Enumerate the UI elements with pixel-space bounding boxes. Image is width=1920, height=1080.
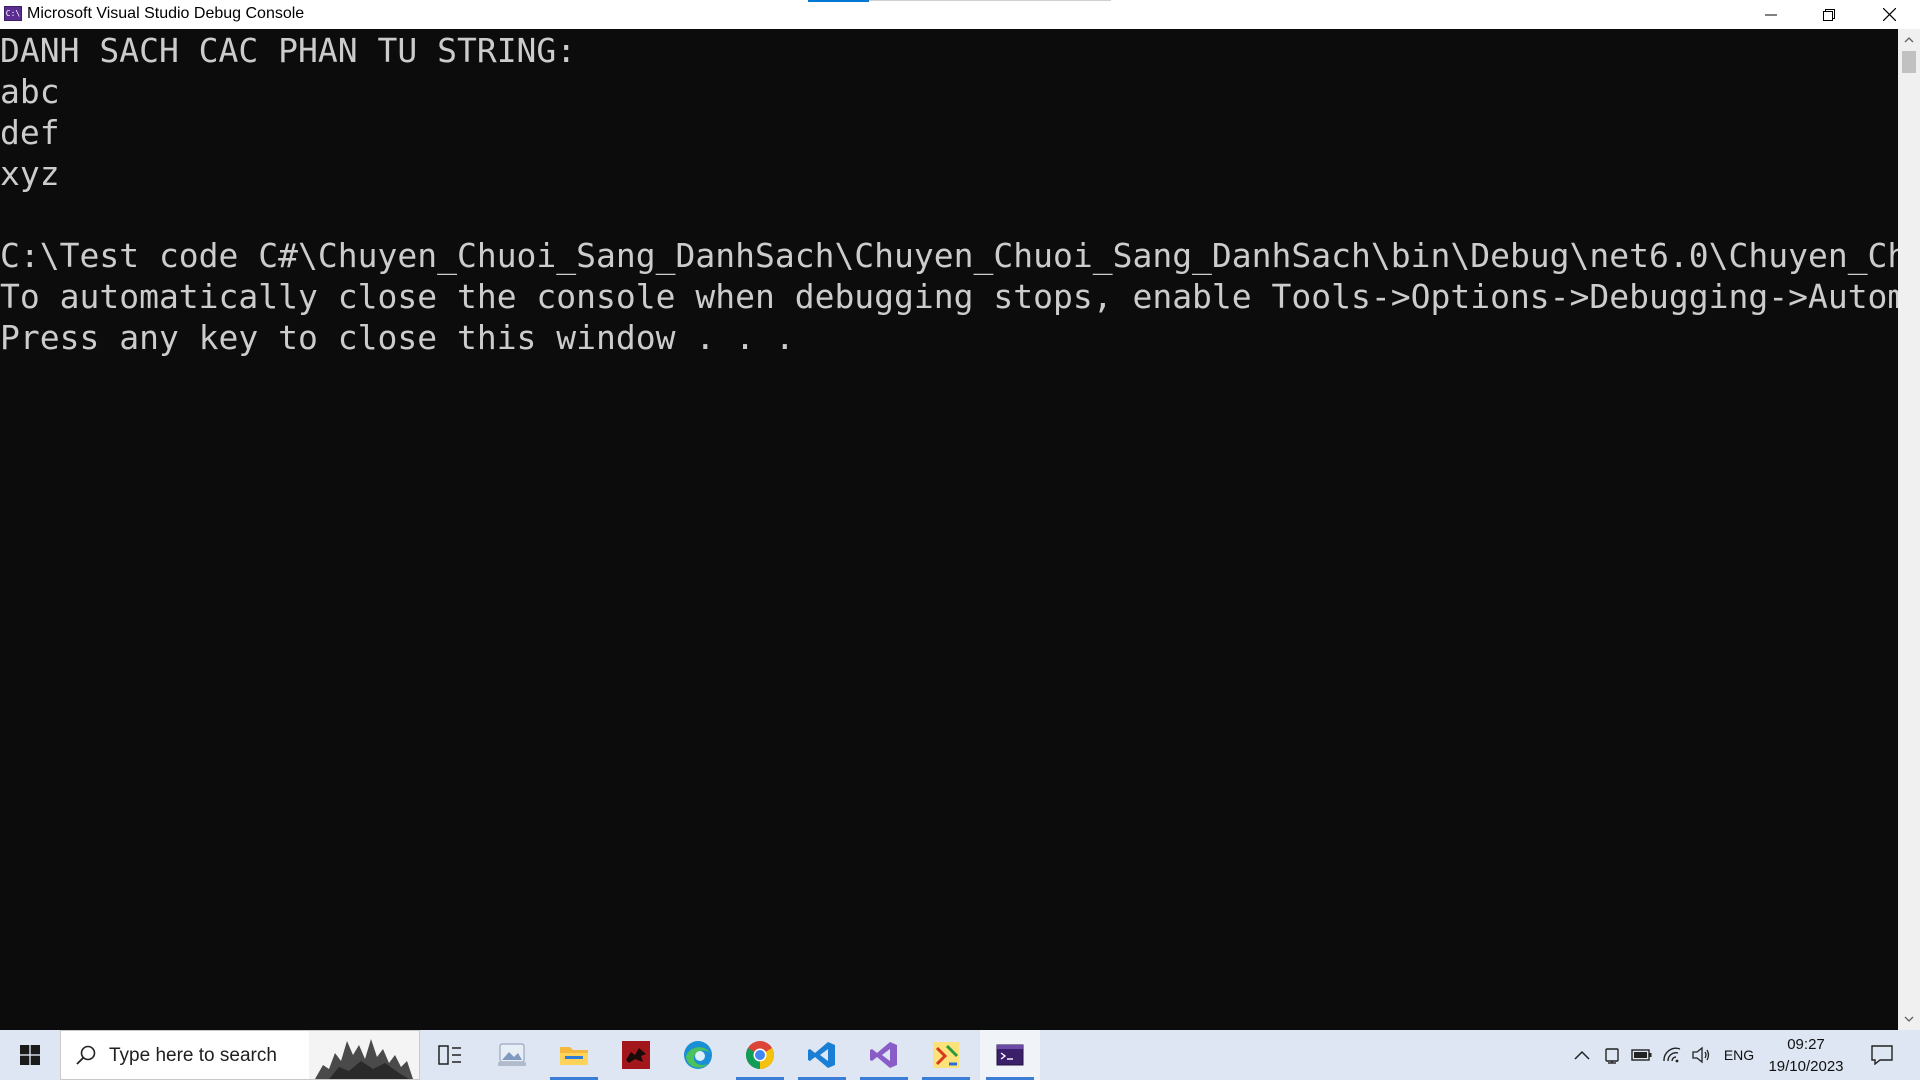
console-line: def xyxy=(0,113,60,152)
wifi-icon xyxy=(1663,1047,1681,1063)
scroll-up-button[interactable] xyxy=(1898,29,1920,51)
console-line: Press any key to close this window . . . xyxy=(0,318,795,357)
notification-icon xyxy=(1871,1045,1893,1065)
tray-clock[interactable]: 09:27 19/10/2023 xyxy=(1752,1034,1860,1078)
chevron-up-icon xyxy=(1904,37,1914,43)
chevron-up-icon xyxy=(1574,1050,1590,1060)
yellow-app-icon xyxy=(933,1042,959,1068)
action-center-button[interactable] xyxy=(1862,1030,1902,1080)
console-icon xyxy=(996,1044,1024,1066)
console-app-icon[interactable]: C:\ xyxy=(4,6,22,21)
scroll-thumb[interactable] xyxy=(1902,51,1916,73)
taskbar-visual-studio[interactable] xyxy=(856,1030,912,1080)
console-line: To automatically close the console when … xyxy=(0,277,1898,316)
taskbar-vs-code[interactable] xyxy=(794,1030,850,1080)
title-divider-line xyxy=(869,0,1111,1)
taskbar-task-view[interactable] xyxy=(422,1030,478,1080)
device-icon xyxy=(1605,1048,1619,1064)
minimize-button[interactable] xyxy=(1742,0,1800,29)
title-accent-line xyxy=(808,0,869,2)
vscode-icon xyxy=(808,1042,835,1068)
tray-network[interactable] xyxy=(1658,1030,1686,1080)
taskbar-file-explorer[interactable] xyxy=(546,1030,602,1080)
clock-date: 19/10/2023 xyxy=(1768,1058,1844,1075)
visual-studio-icon xyxy=(870,1042,897,1068)
tray-battery[interactable] xyxy=(1628,1030,1656,1080)
search-highlight-art-icon xyxy=(309,1031,419,1079)
speaker-icon xyxy=(1692,1046,1710,1064)
taskbar-search-box[interactable]: Type here to search xyxy=(60,1030,420,1080)
restore-icon xyxy=(1823,8,1835,21)
tray-volume[interactable] xyxy=(1688,1030,1714,1080)
console-line: DANH SACH CAC PHAN TU STRING: xyxy=(0,31,577,70)
console-line: abc xyxy=(0,72,60,111)
folder-icon xyxy=(560,1047,588,1065)
window-title: Microsoft Visual Studio Debug Console xyxy=(27,5,305,22)
battery-icon xyxy=(1631,1049,1652,1061)
search-placeholder: Type here to search xyxy=(109,1045,277,1066)
tray-meet-now[interactable] xyxy=(1600,1030,1626,1080)
title-bar: C:\ Microsoft Visual Studio Debug Consol… xyxy=(0,0,1920,30)
edge-icon xyxy=(684,1041,712,1069)
scroll-down-button[interactable] xyxy=(1898,1008,1920,1030)
console-line: xyz xyxy=(0,154,60,193)
taskbar-chrome[interactable] xyxy=(732,1030,788,1080)
red-app-icon xyxy=(622,1041,650,1069)
taskbar-yellow-app[interactable] xyxy=(918,1030,974,1080)
taskbar-edge[interactable] xyxy=(670,1030,726,1080)
taskbar-photos[interactable] xyxy=(484,1030,540,1080)
console-line: C:\Test code C#\Chuyen_Chuoi_Sang_DanhSa… xyxy=(0,236,1898,275)
task-view-icon xyxy=(438,1045,461,1065)
taskbar-debug-console[interactable] xyxy=(980,1030,1040,1080)
search-icon xyxy=(76,1045,96,1065)
close-icon xyxy=(1882,8,1896,21)
taskbar-red-app[interactable] xyxy=(608,1030,664,1080)
chrome-icon xyxy=(746,1041,774,1069)
minimize-icon xyxy=(1765,14,1777,15)
clock-time: 09:27 xyxy=(1787,1036,1825,1053)
photos-icon xyxy=(498,1043,526,1066)
start-button[interactable] xyxy=(0,1030,60,1080)
restore-button[interactable] xyxy=(1800,0,1858,29)
close-button[interactable] xyxy=(1858,0,1920,29)
taskbar: Type here to search ENG 09:27 19/10/2023 xyxy=(0,1030,1920,1080)
chevron-down-icon xyxy=(1904,1016,1914,1022)
windows-logo-icon xyxy=(20,1045,40,1065)
console-output[interactable]: DANH SACH CAC PHAN TU STRING: abc def xy… xyxy=(0,29,1898,1030)
vertical-scrollbar[interactable] xyxy=(1898,29,1920,1030)
show-hidden-icons-button[interactable] xyxy=(1570,1030,1594,1080)
